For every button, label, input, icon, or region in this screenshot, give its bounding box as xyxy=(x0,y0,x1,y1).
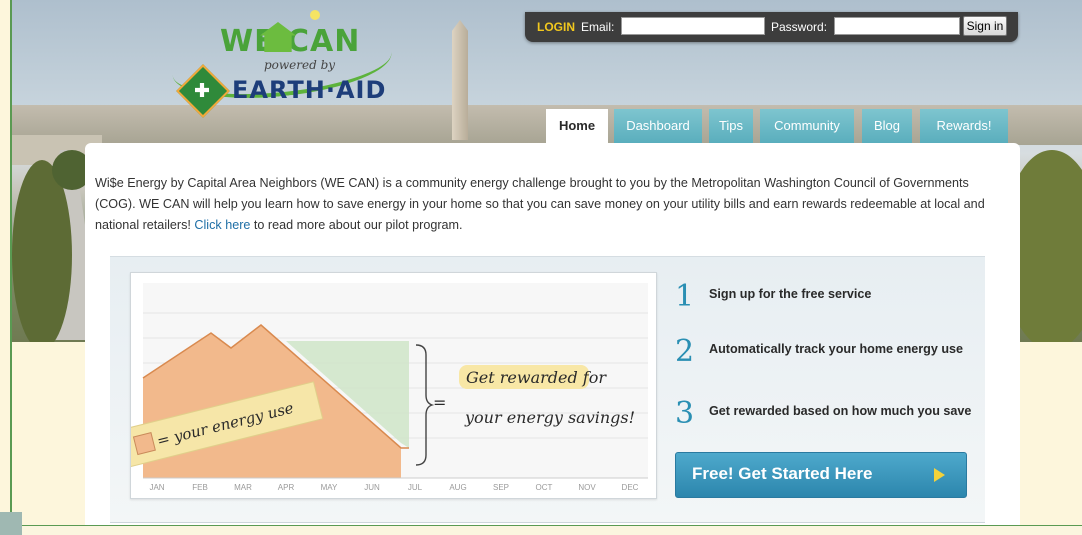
tab-home[interactable]: Home xyxy=(546,109,608,145)
login-bar: LOGIN Email: Password: Sign in xyxy=(525,12,1018,42)
step-2-number: 2 xyxy=(675,334,695,369)
intro-paragraph: Wi$e Energy by Capital Area Neighbors (W… xyxy=(95,173,995,236)
page-footer-strip xyxy=(0,526,1082,535)
month-label-nov: NOV xyxy=(578,483,596,492)
frame-bottom-line xyxy=(10,525,1082,526)
energy-illustration: JAN FEB MAR APR MAY JUN JUL AUG SEP OCT NOV DEC = G… xyxy=(130,272,657,499)
tab-blog[interactable]: Blog xyxy=(862,109,912,143)
month-label-jun: JUN xyxy=(364,483,380,492)
email-label: Email: xyxy=(581,20,615,34)
month-labels: JAN FEB MAR APR MAY JUN JUL AUG SEP OCT NOV DEC xyxy=(149,483,638,492)
sign-in-button[interactable]: Sign in xyxy=(963,16,1007,36)
play-arrow-icon xyxy=(934,468,945,482)
step-3-text: Get rewarded based on how much you save xyxy=(709,404,972,418)
energy-illustration-svg: JAN FEB MAR APR MAY JUN JUL AUG SEP OCT NOV DEC = G… xyxy=(131,283,648,492)
login-title: LOGIN xyxy=(537,20,575,34)
month-label-jan: JAN xyxy=(149,483,164,492)
tab-dashboard[interactable]: Dashboard xyxy=(614,109,702,143)
equals-sign: = xyxy=(433,393,446,412)
step-1-number: 1 xyxy=(675,279,695,314)
get-started-button[interactable]: Free! Get Started Here xyxy=(675,452,967,498)
corner-tab xyxy=(0,512,22,535)
tab-community[interactable]: Community xyxy=(760,109,854,143)
promo-banner: JAN FEB MAR APR MAY JUN JUL AUG SEP OCT NOV DEC = G… xyxy=(110,256,985,523)
get-started-label: Free! Get Started Here xyxy=(692,464,873,483)
password-label: Password: xyxy=(771,20,828,34)
month-label-aug: AUG xyxy=(449,483,466,492)
tab-rewards[interactable]: Rewards! xyxy=(920,109,1008,143)
step-1-text: Sign up for the free service xyxy=(709,287,872,301)
intro-text-end: to read more about our pilot program. xyxy=(250,218,463,232)
month-label-may: MAY xyxy=(321,483,338,492)
month-label-apr: APR xyxy=(278,483,295,492)
read-more-link[interactable]: Click here xyxy=(194,218,250,232)
month-label-mar: MAR xyxy=(234,483,252,492)
month-label-sep: SEP xyxy=(493,483,509,492)
caption-line1: Get rewarded for xyxy=(466,368,607,387)
email-field[interactable] xyxy=(621,17,765,35)
month-label-oct: OCT xyxy=(536,483,553,492)
month-label-jul: JUL xyxy=(408,483,423,492)
main-content: Wi$e Energy by Capital Area Neighbors (W… xyxy=(85,143,1020,535)
caption-line2: your energy savings! xyxy=(464,408,635,427)
month-label-dec: DEC xyxy=(622,483,639,492)
step-3-number: 3 xyxy=(675,396,695,431)
tab-tips[interactable]: Tips xyxy=(709,109,753,143)
month-label-feb: FEB xyxy=(192,483,208,492)
password-field[interactable] xyxy=(834,17,960,35)
step-2-text: Automatically track your home energy use xyxy=(709,342,964,356)
